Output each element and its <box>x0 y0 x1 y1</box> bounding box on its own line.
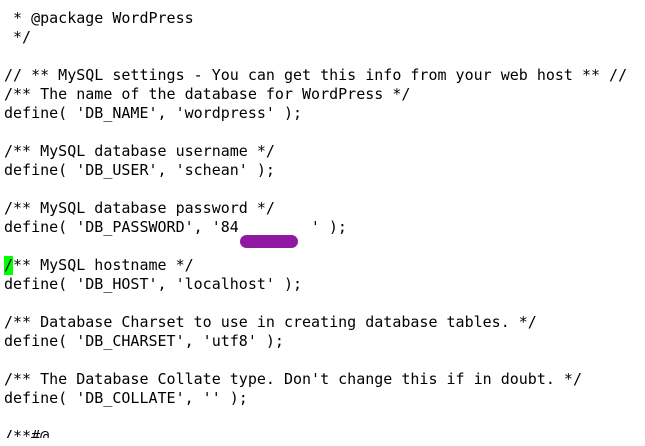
code-line: /** MySQL database password */ <box>4 199 275 217</box>
password-line-suffix: ' ); <box>310 218 347 236</box>
code-line: define( 'DB_NAME', 'wordpress' ); <box>4 104 303 122</box>
code-line: /** Database Charset to use in creating … <box>4 313 537 331</box>
text-cursor[interactable]: / <box>4 256 14 275</box>
code-line: /** MySQL database username */ <box>4 142 275 160</box>
code-line: * <box>4 0 645 9</box>
code-line: */ <box>4 28 32 46</box>
code-line: define( 'DB_COLLATE', '' ); <box>4 389 248 407</box>
code-line: /** The Database Collate type. Don't cha… <box>4 370 582 388</box>
terminal-editor[interactable]: * * @package WordPress */ // ** MySQL se… <box>4 0 645 438</box>
code-line: define( 'DB_USER', 'schean' ); <box>4 161 275 179</box>
code-line: // ** MySQL settings - You can get this … <box>4 66 628 84</box>
password-line-prefix: define( 'DB_PASSWORD', '84 <box>4 218 239 236</box>
password-line: define( 'DB_PASSWORD', '84 ' ); <box>4 218 645 248</box>
cursor-line: /** MySQL hostname */ <box>4 256 645 275</box>
code-line: * @package WordPress <box>4 9 194 27</box>
cursor-line-text: ** MySQL hostname */ <box>13 256 194 274</box>
code-line: define( 'DB_CHARSET', 'utf8' ); <box>4 332 284 350</box>
code-line: /** The name of the database for WordPre… <box>4 85 411 103</box>
code-line: define( 'DB_HOST', 'localhost' ); <box>4 275 303 293</box>
